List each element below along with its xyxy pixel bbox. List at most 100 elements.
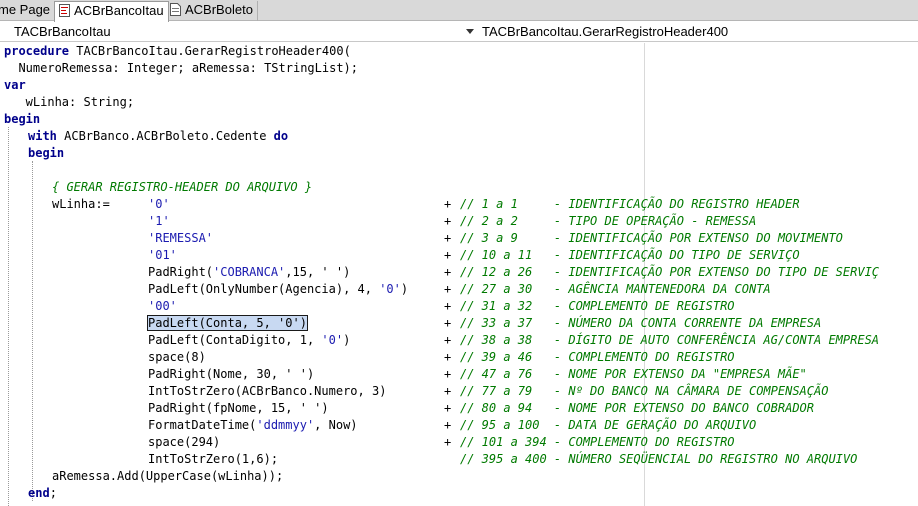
concat-operator: +: [444, 418, 452, 432]
code-text: FormatDateTime(: [148, 418, 257, 432]
code-text: ): [400, 282, 409, 296]
code-line: PadRight(fpNome, 15, ' '): [148, 400, 329, 417]
string-literal: '0': [379, 282, 401, 296]
concat-operator: +: [444, 214, 452, 228]
concat-operator: +: [444, 231, 452, 245]
string-literal: '00': [148, 299, 177, 313]
chevron-down-icon[interactable]: [466, 29, 474, 34]
navigation-combo-bar: TACBrBancoItau TACBrBancoItau.GerarRegis…: [0, 22, 918, 42]
code-comment: { GERAR REGISTRO-HEADER DO ARQUIVO }: [52, 180, 313, 194]
code-line: PadLeft(ContaDigito, 1, '0'): [148, 332, 350, 349]
code-text: IntToStrZero(ACBrBanco.Numero, 3): [148, 384, 387, 398]
code-expression: space(294): [148, 435, 220, 449]
string-literal: '01': [148, 248, 177, 262]
code-text: PadRight(fpNome, 15, ' '): [148, 401, 329, 415]
code-text: , Now): [314, 418, 358, 432]
indent-guide: [8, 127, 9, 506]
code-line: wLinha: String;: [4, 95, 135, 109]
indent-guide: [32, 161, 33, 501]
code-line: wLinha:=: [52, 197, 110, 211]
code-text: PadRight(: [148, 265, 214, 279]
method-selector[interactable]: TACBrBancoItau.GerarRegistroHeader400: [482, 22, 918, 42]
code-expression: IntToStrZero(ACBrBanco.Numero, 3): [148, 384, 386, 398]
keyword: with: [28, 129, 57, 143]
code-expression: '0': [148, 197, 170, 211]
code-line: '0': [148, 196, 170, 213]
code-text: PadLeft(Conta, 5, '0'): [148, 316, 307, 330]
code-expression: PadLeft(OnlyNumber(Agencia), 4, '0'): [148, 282, 408, 296]
code-expression: FormatDateTime('ddmmyy', Now): [148, 418, 358, 432]
code-comment: // 47 a 76 - NOME POR EXTENSO DA "EMPRES…: [460, 367, 807, 381]
class-selector-value: TACBrBancoItau: [14, 24, 111, 39]
concat-operator: +: [444, 367, 452, 381]
code-line: IntToStrZero(ACBrBanco.Numero, 3): [148, 383, 386, 400]
code-comment: // 39 a 46 - COMPLEMENTO DO REGISTRO: [460, 350, 735, 364]
code-line: PadLeft(OnlyNumber(Agencia), 4, '0'): [148, 281, 408, 298]
code-line: PadLeft(Conta, 5, '0'): [147, 315, 308, 332]
tab-acbrbancoitau-label: ACBrBancoItau: [74, 3, 164, 18]
unit-file-icon: [59, 4, 70, 17]
code-text: PadRight(Nome, 30, ' '): [148, 367, 315, 381]
code-comment: // 10 a 11 - IDENTIFICAÇÃO DO TIPO DE SE…: [460, 248, 800, 262]
keyword: end: [28, 486, 50, 500]
code-text: TACBrBancoItau.GerarRegistroHeader400(: [69, 44, 351, 58]
concat-operator: +: [444, 401, 452, 415]
concat-operator: +: [444, 248, 452, 262]
class-selector[interactable]: TACBrBancoItau: [4, 22, 474, 42]
code-comment: // 395 a 400 - NÚMERO SEQÜENCIAL DO REGI…: [460, 452, 858, 466]
tab-acbrbancoitau[interactable]: ACBrBancoItau: [54, 1, 169, 22]
concat-operator: +: [444, 316, 452, 330]
code-comment: // 31 a 32 - COMPLEMENTO DE REGISTRO: [460, 299, 735, 313]
code-line: procedure TACBrBancoItau.GerarRegistroHe…: [4, 43, 351, 60]
tab-welcome-page-label: me Page: [0, 2, 51, 17]
code-expression: PadRight(Nome, 30, ' '): [148, 367, 314, 381]
method-selector-value: TACBrBancoItau.GerarRegistroHeader400: [482, 24, 729, 39]
concat-operator: +: [444, 197, 452, 211]
tab-acbrboleto-label: ACBrBoleto: [185, 2, 253, 17]
concat-operator: +: [444, 265, 452, 279]
code-expression: 'REMESSA': [148, 231, 213, 245]
code-comment: // 12 a 26 - IDENTIFICAÇÃO POR EXTENSO D…: [460, 265, 880, 279]
code-text: ,15, ' '): [285, 265, 351, 279]
code-comment: // 38 a 38 - DÍGITO DE AUTO CONFERÊNCIA …: [460, 333, 880, 347]
code-line: begin: [4, 111, 40, 128]
code-line: PadRight('COBRANCA',15, ' '): [148, 264, 350, 281]
code-comment: // 1 a 1 - IDENTIFICAÇÃO DO REGISTRO HEA…: [460, 197, 800, 211]
code-editor[interactable]: procedure TACBrBancoItau.GerarRegistroHe…: [0, 43, 918, 506]
code-line: FormatDateTime('ddmmyy', Now): [148, 417, 358, 434]
string-literal: '1': [148, 214, 170, 228]
tab-acbrboleto[interactable]: ACBrBoleto: [166, 1, 258, 21]
concat-operator: +: [444, 350, 452, 364]
text-selection: PadLeft(Conta, 5, '0'): [147, 315, 308, 331]
code-line: PadRight(Nome, 30, ' '): [148, 366, 314, 383]
code-expression: IntToStrZero(1,6);: [148, 452, 278, 466]
code-line: with ACBrBanco.ACBrBoleto.Cedente do: [28, 128, 288, 145]
code-line: var: [4, 77, 26, 94]
code-text: ACBrBanco.ACBrBoleto.Cedente: [56, 129, 274, 143]
code-text: ): [343, 333, 351, 347]
code-line: space(294): [148, 434, 220, 451]
code-line: '00': [148, 298, 177, 315]
concat-operator: +: [444, 333, 452, 347]
code-expression: '00': [148, 299, 177, 313]
code-text: PadLeft(OnlyNumber(Agencia), 4,: [148, 282, 380, 296]
keyword: var: [4, 78, 26, 92]
code-expression: space(8): [148, 350, 206, 364]
code-expression: PadLeft(ContaDigito, 1, '0'): [148, 333, 350, 347]
code-comment: // 2 a 2 - TIPO DE OPERAÇÃO - REMESSA: [460, 214, 757, 228]
tab-welcome-page[interactable]: me Page: [0, 1, 56, 21]
code-text: PadLeft(ContaDigito, 1,: [148, 333, 322, 347]
code-line: '01': [148, 247, 177, 264]
string-literal: '0': [321, 333, 344, 347]
code-expression: '1': [148, 214, 170, 228]
keyword: begin: [4, 112, 41, 126]
code-expression: PadRight(fpNome, 15, ' '): [148, 401, 329, 415]
code-expression: '01': [148, 248, 177, 262]
string-literal: 'ddmmyy': [256, 418, 315, 432]
string-literal: 'REMESSA': [148, 231, 214, 245]
code-line: begin: [28, 145, 64, 162]
code-comment: // 95 a 100 - DATA DE GERAÇÃO DO ARQUIVO: [460, 418, 757, 432]
editor-tab-bar: me Page ACBrBancoItau ACBrBoleto: [0, 0, 918, 22]
code-comment: // 77 a 79 - Nº DO BANCO NA CÂMARA DE CO…: [460, 384, 829, 398]
code-line: 'REMESSA': [148, 230, 213, 247]
